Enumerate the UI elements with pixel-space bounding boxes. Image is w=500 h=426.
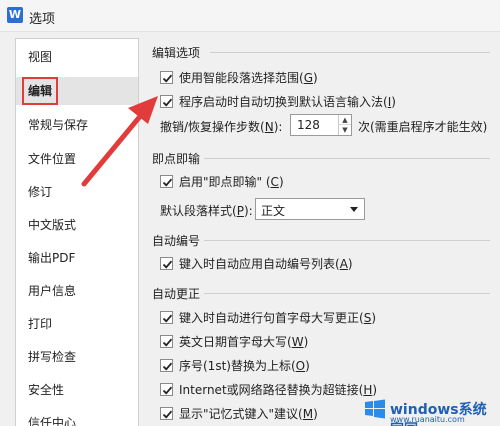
sidebar-item-security[interactable]: 安全性 <box>16 376 138 404</box>
section-divider <box>210 52 490 53</box>
checkbox-checked[interactable] <box>160 407 173 420</box>
auto-numbering-checkbox[interactable]: 键入时自动应用自动编号列表(A) <box>160 255 353 273</box>
checkbox-checked[interactable] <box>160 383 173 396</box>
auto-ime-checkbox[interactable]: 程序启动时自动切换到默认语言输入法(I) <box>160 93 396 111</box>
section-title-auto-numbering: 自动编号 <box>152 234 201 248</box>
instant-input-checkbox[interactable]: 启用"即点即输" (C) <box>160 173 284 191</box>
checkbox-checked[interactable] <box>160 335 173 348</box>
autocorrect-ordinal-checkbox[interactable]: 序号(1st)替换为上标(O) <box>160 357 310 375</box>
sidebar-item-print[interactable]: 打印 <box>16 310 138 338</box>
sidebar-item-edit[interactable]: 编辑 <box>16 77 138 105</box>
sidebar-item-label-highlighted: 编辑 <box>22 77 59 105</box>
paragraph-style-label: 默认段落样式(P): <box>160 204 253 218</box>
sidebar-item-view[interactable]: 视图 <box>16 43 138 71</box>
section-title-edit-options: 编辑选项 <box>152 46 201 60</box>
autocorrect-date-checkbox[interactable]: 英文日期首字母大写(W) <box>160 333 308 351</box>
wps-writer-icon: W <box>7 7 23 23</box>
sidebar-item-trust-center[interactable]: 信任中心 <box>16 409 138 426</box>
autocorrect-hyperlink-checkbox[interactable]: Internet或网络路径替换为超链接(H) <box>160 381 377 399</box>
spinner-down-icon[interactable]: ▼ <box>339 125 351 135</box>
sidebar-item-file-location[interactable]: 文件位置 <box>16 145 138 173</box>
windows-logo-icon <box>365 399 385 419</box>
section-divider <box>204 158 490 159</box>
checkbox-checked[interactable] <box>160 311 173 324</box>
section-title-instant-input: 即点即输 <box>152 152 201 166</box>
section-divider <box>204 293 490 294</box>
sidebar-item-revision[interactable]: 修订 <box>16 178 138 206</box>
checkbox-checked[interactable] <box>160 71 173 84</box>
window-title: 选项 <box>29 12 56 27</box>
undo-steps-label: 撤销/恢复操作步数(N): <box>160 120 283 134</box>
autocorrect-capitalize-checkbox[interactable]: 键入时自动进行句首字母大写更正(S) <box>160 309 376 327</box>
watermark: windows系统家园 www.ruanaitu.com <box>364 395 500 426</box>
checkbox-checked[interactable] <box>160 95 173 108</box>
sidebar-item-user-info[interactable]: 用户信息 <box>16 277 138 305</box>
smart-paragraph-checkbox[interactable]: 使用智能段落选择范围(G) <box>160 69 318 87</box>
sidebar-item-output-pdf[interactable]: 输出PDF <box>16 244 138 272</box>
options-dialog: 视图 编辑 常规与保存 文件位置 修订 中文版式 输出PDF 用户信息 打印 拼… <box>0 32 500 426</box>
section-divider <box>204 240 490 241</box>
chevron-down-icon <box>350 207 358 212</box>
undo-steps-spinner[interactable]: 128 ▲ ▼ <box>290 114 352 136</box>
options-sidebar: 视图 编辑 常规与保存 文件位置 修订 中文版式 输出PDF 用户信息 打印 拼… <box>15 38 139 426</box>
checkbox-checked[interactable] <box>160 257 173 270</box>
undo-steps-note: 次(需重启程序才能生效) <box>358 120 488 134</box>
checkbox-checked[interactable] <box>160 359 173 372</box>
paragraph-style-dropdown[interactable]: 正文 <box>255 198 365 220</box>
sidebar-item-general-save[interactable]: 常规与保存 <box>16 111 138 139</box>
sidebar-item-spellcheck[interactable]: 拼写检查 <box>16 343 138 371</box>
autocorrect-autocomplete-checkbox[interactable]: 显示"记忆式键入"建议(M) <box>160 405 318 423</box>
spinner-up-icon[interactable]: ▲ <box>339 115 351 125</box>
sidebar-item-chinese-layout[interactable]: 中文版式 <box>16 211 138 239</box>
title-bar: W 选项 <box>0 0 500 32</box>
checkbox-checked[interactable] <box>160 175 173 188</box>
section-title-auto-correct: 自动更正 <box>152 287 201 301</box>
